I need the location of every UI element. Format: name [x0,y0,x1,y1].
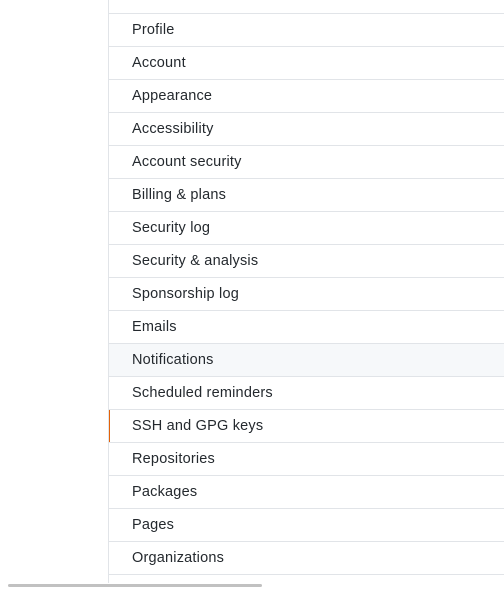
horizontal-scrollbar[interactable] [0,583,504,589]
menu-item-packages[interactable]: Packages [109,476,504,509]
menu-item-account-security[interactable]: Account security [109,146,504,179]
menu-item-scheduled-reminders[interactable]: Scheduled reminders [109,377,504,410]
menu-item-sponsorship-log[interactable]: Sponsorship log [109,278,504,311]
scrollbar-thumb[interactable] [8,584,262,587]
menu-item-notifications[interactable]: Notifications [109,344,504,377]
menu-item-security-log[interactable]: Security log [109,212,504,245]
menu-item-security-analysis[interactable]: Security & analysis [109,245,504,278]
menu-item-accessibility[interactable]: Accessibility [109,113,504,146]
menu-item-billing-plans[interactable]: Billing & plans [109,179,504,212]
menu-top-divider [109,0,504,14]
menu-item-emails[interactable]: Emails [109,311,504,344]
menu-item-account[interactable]: Account [109,47,504,80]
settings-page: Profile Account Appearance Accessibility… [0,0,504,589]
menu-item-organizations[interactable]: Organizations [109,542,504,575]
menu-item-pages[interactable]: Pages [109,509,504,542]
menu-item-appearance[interactable]: Appearance [109,80,504,113]
settings-sidebar-menu: Profile Account Appearance Accessibility… [108,0,504,589]
menu-item-repositories[interactable]: Repositories [109,443,504,476]
menu-item-profile[interactable]: Profile [109,14,504,47]
settings-menu-list: Profile Account Appearance Accessibility… [109,14,504,589]
menu-item-ssh-gpg-keys[interactable]: SSH and GPG keys [109,410,504,443]
